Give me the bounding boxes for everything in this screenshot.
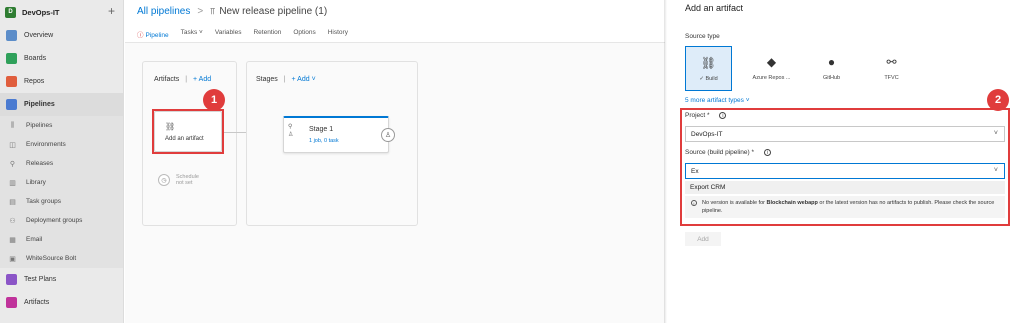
sidebar-subitem-deployment-groups[interactable]: ⚇ Deployment groups <box>0 211 123 230</box>
sidebar-subitem-whitesource-bolt[interactable]: ▣ WhiteSource Bolt <box>0 249 123 268</box>
sidebar-item-artifacts[interactable]: Artifacts <box>0 291 123 314</box>
artifacts-separator: | <box>185 76 188 83</box>
add-button[interactable]: Add <box>685 232 721 246</box>
tab-label: History <box>327 29 348 36</box>
sidebar-subitem-environments[interactable]: ◫ Environments <box>0 135 123 154</box>
sidebar-item-repos[interactable]: Repos <box>0 70 123 93</box>
whitesource-icon: ▣ <box>9 255 16 263</box>
schedule-label-2: not set <box>176 180 193 186</box>
left-sidebar: D DevOps-IT + Overview Boards Repos Pipelin… <box>0 0 124 323</box>
library-icon: ▥ <box>9 179 16 187</box>
panel-title: Add an artifact <box>685 3 744 13</box>
source-type-build[interactable]: ⛓ ✓ Build <box>685 46 732 91</box>
sidebar-item-label: Boards <box>24 55 47 62</box>
sidebar-subitem-label: Releases <box>26 160 54 167</box>
sidebar-item-label: Overview <box>24 32 54 39</box>
highlight-box-1 <box>152 109 224 154</box>
sidebar-item-label: Test Plans <box>24 276 57 283</box>
artifacts-header: Artifacts | + Add <box>154 76 211 83</box>
schedule-text: Schedule not set <box>176 174 199 186</box>
build-icon: ⛓ <box>700 56 717 70</box>
pipelines-sub-icon: ⫼ <box>10 121 15 129</box>
tab-label: Pipeline <box>145 32 169 39</box>
source-type-label: TFVC <box>884 75 899 81</box>
sidebar-subitem-label: WhiteSource Bolt <box>26 255 77 262</box>
sidebar-subitem-label: Task groups <box>26 198 62 205</box>
add-artifact-panel: Add an artifact Source type ⛓ ✓ Build ◆ Azu… <box>667 0 1024 323</box>
new-project-plus-icon[interactable]: + <box>108 4 115 18</box>
sidebar-subitem-label: Pipelines <box>26 122 53 129</box>
stage-tasks-link[interactable]: 1 job, 0 task <box>309 138 339 144</box>
breadcrumb: All pipelines > ⫪ New release pipeline (… <box>137 6 327 17</box>
more-artifact-types-link[interactable]: 5 more artifact types ˅ <box>685 97 750 104</box>
github-icon: ● <box>827 55 836 69</box>
deployment-groups-icon: ⚇ <box>9 217 16 225</box>
source-type-label: Source type <box>685 33 720 40</box>
pipeline-canvas: Artifacts | + Add ⛓ Add an artifact 1 ◷ … <box>125 43 665 323</box>
repos-icon <box>6 76 17 87</box>
org-header[interactable]: D DevOps-IT + <box>0 0 123 24</box>
stages-separator: | <box>283 76 286 83</box>
source-type-label: ✓ Build <box>699 76 718 82</box>
release-pipeline-icon: ⫪ <box>210 6 216 16</box>
schedule-clock-icon: ◷ <box>158 174 170 186</box>
releases-icon: ⚲ <box>9 160 16 168</box>
org-logo: D <box>5 6 16 18</box>
sidebar-subitem-releases[interactable]: ⚲ Releases <box>0 154 123 173</box>
schedule-trigger[interactable]: ◷ Schedule not set <box>158 174 199 186</box>
add-artifact-link[interactable]: + Add <box>193 76 211 83</box>
sidebar-item-boards[interactable]: Boards <box>0 47 123 70</box>
source-type-github[interactable]: ● GitHub <box>808 46 855 91</box>
pre-deployment-conditions-icon[interactable]: ⚲ ♙ <box>288 123 293 139</box>
stage-name: Stage 1 <box>309 126 334 133</box>
step-badge-1: 1 <box>203 89 225 111</box>
stages-title: Stages <box>256 76 278 83</box>
boards-icon <box>6 53 17 64</box>
sidebar-item-label: Repos <box>24 78 45 85</box>
email-icon: ▦ <box>9 236 16 244</box>
sidebar-subitem-label: Library <box>26 179 46 186</box>
sidebar-item-label: Pipelines <box>24 101 55 108</box>
stages-header: Stages | + Add ˅ <box>256 76 316 83</box>
source-type-label: GitHub <box>822 75 841 81</box>
pipelines-icon <box>6 99 17 110</box>
sidebar-subitem-label: Email <box>26 236 43 243</box>
sidebar-subitem-email[interactable]: ▦ Email <box>0 230 123 249</box>
sidebar-item-label: Artifacts <box>24 299 50 306</box>
sidebar-subitem-label: Environments <box>26 141 66 148</box>
source-type-label: Azure Repos ... <box>752 75 791 81</box>
sidebar-item-test-plans[interactable]: Test Plans <box>0 268 123 291</box>
overview-icon <box>6 30 17 41</box>
artifacts-icon <box>6 297 17 308</box>
sidebar-subitem-library[interactable]: ▥ Library <box>0 173 123 192</box>
org-name: DevOps-IT <box>22 7 60 17</box>
tfvc-icon: ⚯ <box>886 55 897 69</box>
sidebar-subitem-pipelines[interactable]: ⫼ Pipelines <box>0 116 123 135</box>
azure-repos-icon: ◆ <box>766 55 777 69</box>
pipeline-title[interactable]: New release pipeline (1) <box>219 6 327 17</box>
warning-icon: ⓘ <box>137 32 144 39</box>
tab-label: Retention <box>253 29 282 36</box>
tab-label: Variables <box>214 29 242 36</box>
sidebar-item-overview[interactable]: Overview <box>0 24 123 47</box>
breadcrumb-separator: > <box>197 6 204 17</box>
add-stage-link[interactable]: + Add ˅ <box>292 76 316 83</box>
tab-label: Options <box>293 29 316 36</box>
breadcrumb-all-pipelines-link[interactable]: All pipelines <box>137 6 190 17</box>
tab-label: Tasks ˅ <box>180 29 203 36</box>
post-deployment-approver-icon[interactable]: ♙ <box>381 128 395 142</box>
highlight-box-2 <box>680 108 1010 226</box>
sidebar-item-pipelines[interactable]: Pipelines <box>0 93 123 116</box>
sidebar-subitem-label: Deployment groups <box>26 217 83 224</box>
test-plans-icon <box>6 274 17 285</box>
step-badge-2: 2 <box>987 89 1009 111</box>
stage-card[interactable]: ⚲ ♙ Stage 1 1 job, 0 task ♙ <box>283 116 395 153</box>
source-type-azurerepos[interactable]: ◆ Azure Repos ... <box>748 46 795 91</box>
artifacts-title: Artifacts <box>154 76 180 83</box>
task-groups-icon: ▤ <box>9 198 16 206</box>
sidebar-subitem-task-groups[interactable]: ▤ Task groups <box>0 192 123 211</box>
source-type-tfvc[interactable]: ⚯ TFVC <box>868 46 915 91</box>
environments-icon: ◫ <box>9 141 16 149</box>
